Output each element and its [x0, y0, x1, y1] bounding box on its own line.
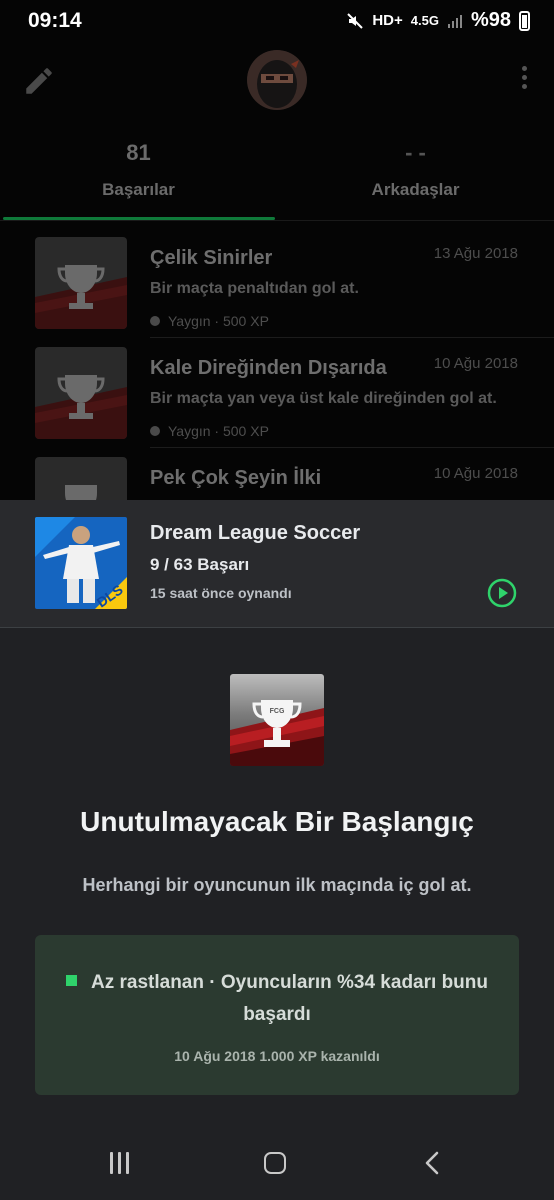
- achievement-meta: Yaygın · 500 XP: [150, 313, 269, 329]
- rarity-square-icon: [66, 975, 77, 987]
- row-divider: [150, 447, 554, 448]
- last-played: 15 saat önce oynandı: [150, 585, 292, 601]
- achievement-title: Kale Direğinden Dışarıda: [150, 357, 387, 379]
- achievement-row[interactable]: Çelik Sinirler 13 Ağu 2018 Bir maçta pen…: [0, 227, 554, 337]
- edit-icon[interactable]: [22, 64, 56, 98]
- achievement-meta-text: Yaygın · 500 XP: [168, 313, 269, 329]
- trophy-icon: [35, 347, 127, 439]
- achievement-thumbnail: [35, 457, 127, 500]
- trophy-icon: [35, 457, 127, 500]
- achievement-description: Bir maçta penaltıdan gol at.: [150, 280, 359, 297]
- trophy-emblem-text: FCG: [270, 708, 285, 715]
- game-header-card: DLS Dream League Soccer 9 / 63 Başarı 15…: [0, 500, 554, 628]
- achievements-count: 81: [126, 140, 151, 165]
- rarity-text-wrap: Az rastlanan · Oyuncuların %34 kadarı bu…: [35, 967, 519, 1031]
- back-button[interactable]: [422, 1150, 442, 1176]
- network-label: HD+: [372, 12, 403, 29]
- tab-achievements[interactable]: 81 Başarılar: [0, 140, 277, 200]
- friends-count: - -: [405, 140, 426, 165]
- achievement-detail-icon: FCG: [230, 674, 324, 766]
- achievement-thumbnail: [35, 347, 127, 439]
- play-button[interactable]: [486, 577, 518, 609]
- achievements-tab-label: Başarılar: [102, 180, 175, 199]
- tab-friends[interactable]: - - Arkadaşlar: [277, 140, 554, 200]
- achievement-row[interactable]: Pek Çok Şeyin İlki 10 Ağu 2018: [0, 447, 554, 500]
- ninja-avatar-icon: [247, 50, 307, 110]
- rarity-text: Az rastlanan · Oyuncuların %34 kadarı bu…: [91, 972, 488, 1025]
- achievement-date: 10 Ağu 2018: [433, 355, 518, 372]
- game-cover: DLS: [35, 517, 127, 609]
- status-time: 09:14: [28, 9, 82, 32]
- game-title: Dream League Soccer: [150, 522, 361, 544]
- home-button[interactable]: [264, 1152, 286, 1174]
- achievement-title: Çelik Sinirler: [150, 247, 273, 269]
- system-nav-bar: [0, 1130, 554, 1200]
- achievement-thumbnail: [35, 237, 127, 329]
- friends-tab-label: Arkadaşlar: [371, 180, 460, 199]
- achievement-description: Bir maçta yan veya üst kale direğinden g…: [150, 390, 497, 407]
- avatar[interactable]: [247, 50, 307, 110]
- rarity-dot-icon: [150, 316, 160, 326]
- game-cover-image: DLS: [35, 517, 127, 609]
- profile-background: 81 Başarılar - - Arkadaşlar Çelik Sinirl…: [0, 44, 554, 500]
- achievement-row[interactable]: Kale Direğinden Dışarıda 10 Ağu 2018 Bir…: [0, 337, 554, 447]
- tab-divider: [0, 220, 554, 221]
- achievement-meta: Yaygın · 500 XP: [150, 423, 269, 439]
- signal-icon: [447, 14, 462, 28]
- network-type: 4.5G: [410, 13, 439, 28]
- achievement-date: 10 Ağu 2018: [433, 465, 518, 482]
- battery-icon: [519, 10, 530, 31]
- trophy-icon: [35, 237, 127, 329]
- rarity-dot-icon: [150, 426, 160, 436]
- more-options-icon[interactable]: [522, 66, 528, 93]
- achievement-meta-text: Yaygın · 500 XP: [168, 423, 269, 439]
- earned-info: 10 Ağu 2018 1.000 XP kazanıldı: [174, 1048, 380, 1064]
- achievement-detail-title: Unutulmayacak Bir Başlangıç: [80, 806, 474, 837]
- status-icons: HD+ 4.5G %98: [346, 9, 530, 32]
- achievement-date: 13 Ağu 2018: [433, 245, 518, 262]
- profile-header: 81 Başarılar - - Arkadaşlar: [0, 44, 554, 221]
- game-progress: 9 / 63 Başarı: [150, 555, 250, 574]
- battery-percent: %98: [470, 9, 511, 31]
- row-divider: [150, 337, 554, 338]
- recents-button[interactable]: [110, 1152, 134, 1179]
- rarity-panel: Az rastlanan · Oyuncuların %34 kadarı bu…: [35, 935, 519, 1095]
- trophy-icon: FCG: [230, 674, 324, 766]
- status-bar: 09:14 HD+ 4.5G %98: [0, 0, 554, 44]
- achievement-detail-description: Herhangi bir oyuncunun ilk maçında iç go…: [82, 875, 472, 895]
- achievement-title: Pek Çok Şeyin İlki: [150, 467, 322, 489]
- mute-icon: [347, 12, 364, 29]
- achievement-list: Çelik Sinirler 13 Ağu 2018 Bir maçta pen…: [0, 227, 554, 500]
